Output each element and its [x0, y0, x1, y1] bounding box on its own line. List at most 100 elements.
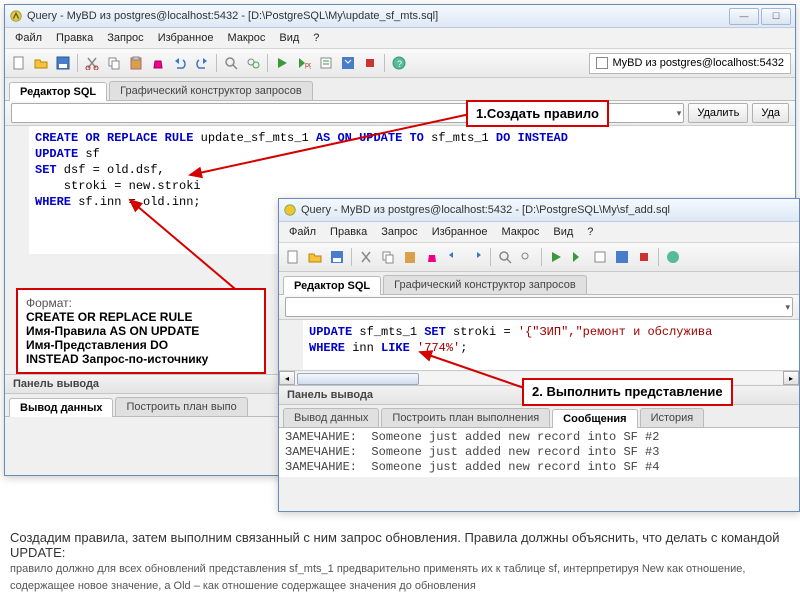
copy-icon[interactable]	[378, 247, 398, 267]
query-toolbar: Удалить Уда	[5, 101, 795, 126]
message-row: ЗАМЕЧАНИЕ: Someone just added new record…	[285, 430, 793, 445]
db-label: MyBD из postgres@localhost:5432	[612, 57, 784, 69]
explain-icon[interactable]	[316, 53, 336, 73]
footer-p2: правило должно для всех обновлений предс…	[10, 563, 745, 592]
tab-output-messages[interactable]: Сообщения	[552, 409, 637, 428]
format-l2: Имя-Правила AS ON UPDATE	[26, 324, 199, 338]
save-icon[interactable]	[53, 53, 73, 73]
tab-sql-editor[interactable]: Редактор SQL	[9, 82, 107, 101]
stop-icon[interactable]	[634, 247, 654, 267]
app-icon	[283, 203, 297, 217]
replace-icon[interactable]	[517, 247, 537, 267]
menu-view[interactable]: Вид	[273, 30, 305, 46]
help-icon[interactable]: ?	[389, 53, 409, 73]
titlebar[interactable]: Query - MyBD из postgres@localhost:5432 …	[5, 5, 795, 28]
new-icon[interactable]	[283, 247, 303, 267]
replace-icon[interactable]	[243, 53, 263, 73]
footer-description: Создадим правила, затем выполним связанн…	[10, 530, 790, 594]
format-l3: Имя-Представления DO	[26, 338, 168, 352]
menu-edit[interactable]: Правка	[50, 30, 99, 46]
search-icon[interactable]	[495, 247, 515, 267]
footer-p1: Создадим правила, затем выполним связанн…	[10, 530, 779, 560]
editor-tabs: Редактор SQL Графический конструктор зап…	[5, 78, 795, 101]
cut-icon[interactable]	[356, 247, 376, 267]
run-icon[interactable]	[272, 53, 292, 73]
toolbar: pg ? MyBD из postgres@localhost:5432	[5, 49, 795, 78]
menu-edit[interactable]: Правка	[324, 224, 373, 240]
save-icon[interactable]	[327, 247, 347, 267]
undo-icon[interactable]	[170, 53, 190, 73]
menu-fav[interactable]: Избранное	[152, 30, 220, 46]
tab-query-builder[interactable]: Графический конструктор запросов	[383, 275, 587, 294]
scroll-right-icon[interactable]: ▸	[783, 371, 799, 385]
run-pg-icon[interactable]: pg	[294, 53, 314, 73]
titlebar-2[interactable]: Query - MyBD из postgres@localhost:5432 …	[279, 199, 799, 222]
menu-macro[interactable]: Макрос	[221, 30, 271, 46]
paste-icon[interactable]	[400, 247, 420, 267]
cut-icon[interactable]	[82, 53, 102, 73]
delete-all-button[interactable]: Уда	[752, 103, 789, 123]
help-icon[interactable]	[663, 247, 683, 267]
menu-help[interactable]: ?	[581, 224, 599, 240]
menu-view[interactable]: Вид	[547, 224, 579, 240]
scroll-left-icon[interactable]: ◂	[279, 371, 295, 385]
menu-macro[interactable]: Макрос	[495, 224, 545, 240]
menu-file[interactable]: Файл	[9, 30, 48, 46]
menu-fav[interactable]: Избранное	[426, 224, 494, 240]
open-icon[interactable]	[305, 247, 325, 267]
callout-format: Формат: CREATE OR REPLACE RULE Имя-Прави…	[16, 288, 266, 374]
menu-help[interactable]: ?	[307, 30, 325, 46]
app-icon	[9, 9, 23, 23]
maximize-button[interactable]: ☐	[761, 8, 791, 25]
stop-icon[interactable]	[360, 53, 380, 73]
menubar: Файл Правка Запрос Избранное Макрос Вид …	[5, 28, 795, 49]
callout-step1: 1.Создать правило	[466, 100, 609, 127]
callout-step2: 2. Выполнить представление	[522, 378, 733, 406]
sql-editor-2[interactable]: UPDATE sf_mts_1 SET stroki = '{"ЗИП","ре…	[279, 320, 799, 370]
minimize-button[interactable]: —	[729, 8, 759, 25]
redo-icon[interactable]	[466, 247, 486, 267]
menu-query[interactable]: Запрос	[101, 30, 149, 46]
tab-sql-editor[interactable]: Редактор SQL	[283, 276, 381, 295]
run-icon[interactable]	[546, 247, 566, 267]
tab-output-history[interactable]: История	[640, 408, 705, 427]
query-toolbar-2	[279, 295, 799, 320]
output-tabs-2: Вывод данных Построить план выполнения С…	[279, 405, 799, 428]
tab-output-plan[interactable]: Построить план выполнения	[381, 408, 550, 427]
paste-icon[interactable]	[126, 53, 146, 73]
format-l4: INSTEAD Запрос-по-источнику	[26, 352, 208, 366]
svg-text:?: ?	[397, 59, 402, 69]
save-result-icon[interactable]	[612, 247, 632, 267]
history-combo[interactable]	[285, 297, 793, 317]
open-icon[interactable]	[31, 53, 51, 73]
window-title-2: Query - MyBD из postgres@localhost:5432 …	[301, 204, 795, 216]
window-secondary: Query - MyBD из postgres@localhost:5432 …	[278, 198, 800, 512]
tab-output-data[interactable]: Вывод данных	[9, 398, 113, 417]
database-selector[interactable]: MyBD из postgres@localhost:5432	[589, 53, 791, 74]
explain-icon[interactable]	[590, 247, 610, 267]
tab-output-plan[interactable]: Построить план выпо	[115, 397, 247, 416]
save-result-icon[interactable]	[338, 53, 358, 73]
menubar-2: Файл Правка Запрос Избранное Макрос Вид …	[279, 222, 799, 243]
menu-query[interactable]: Запрос	[375, 224, 423, 240]
tab-query-builder[interactable]: Графический конструктор запросов	[109, 81, 313, 100]
clear-icon[interactable]	[422, 247, 442, 267]
redo-icon[interactable]	[192, 53, 212, 73]
clear-icon[interactable]	[148, 53, 168, 73]
message-row: ЗАМЕЧАНИЕ: Someone just added new record…	[285, 445, 793, 460]
format-l1: CREATE OR REPLACE RULE	[26, 310, 192, 324]
menu-file[interactable]: Файл	[283, 224, 322, 240]
output-messages: ЗАМЕЧАНИЕ: Someone just added new record…	[279, 428, 799, 477]
copy-icon[interactable]	[104, 53, 124, 73]
toolbar-2	[279, 243, 799, 272]
message-row: ЗАМЕЧАНИЕ: Someone just added new record…	[285, 460, 793, 475]
search-icon[interactable]	[221, 53, 241, 73]
window-title: Query - MyBD из postgres@localhost:5432 …	[27, 10, 729, 22]
editor-tabs-2: Редактор SQL Графический конструктор зап…	[279, 272, 799, 295]
new-icon[interactable]	[9, 53, 29, 73]
format-title: Формат:	[26, 296, 72, 310]
tab-output-data[interactable]: Вывод данных	[283, 408, 379, 427]
undo-icon[interactable]	[444, 247, 464, 267]
run-pg-icon[interactable]	[568, 247, 588, 267]
delete-button[interactable]: Удалить	[688, 103, 748, 123]
